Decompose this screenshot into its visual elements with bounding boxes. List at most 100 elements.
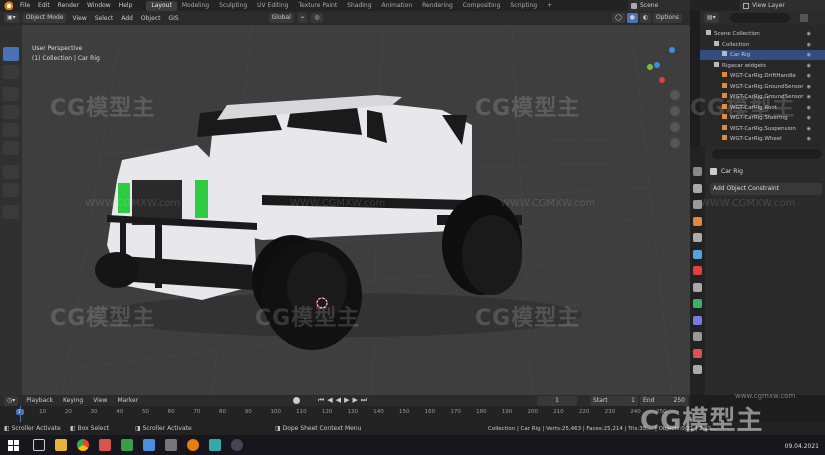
windows-start-icon[interactable] (8, 439, 19, 451)
rotate-tool-icon[interactable] (3, 105, 19, 119)
tab-animation[interactable]: Animation (377, 1, 418, 11)
tab-texture-paint[interactable]: Texture Paint (293, 1, 342, 11)
physics-tab-icon[interactable] (693, 315, 702, 325)
blender-logo-icon[interactable] (3, 1, 13, 10)
add-object-constraint-button[interactable]: Add Object Constraint (710, 183, 822, 195)
pan-hand-icon[interactable] (670, 106, 680, 116)
object-mode-dropdown[interactable]: Object Mode (22, 13, 67, 23)
solid-shading-icon[interactable]: ● (626, 13, 638, 23)
tool-tab-icon[interactable] (693, 167, 702, 176)
data-tab-icon[interactable] (693, 348, 702, 358)
app-icon-teal[interactable] (209, 439, 221, 451)
particles-tab-icon[interactable] (693, 299, 702, 308)
tab-compositing[interactable]: Compositing (458, 1, 506, 11)
add-cube-tool-icon[interactable] (3, 205, 19, 219)
annotate-tool-icon[interactable] (3, 165, 19, 179)
outliner-row[interactable]: WGT-CarRig.DriftHandle ◉ (700, 71, 825, 81)
filter-icon[interactable] (800, 14, 808, 22)
snap-icon[interactable]: ⌁ (297, 13, 308, 23)
tab-rendering[interactable]: Rendering (417, 1, 458, 11)
visibility-eye-icon[interactable]: ◉ (807, 82, 811, 92)
tab-layout[interactable]: Layout (146, 0, 177, 11)
menu-object[interactable]: Object (139, 15, 163, 22)
start-frame-field[interactable]: Start 1 (590, 396, 638, 406)
current-frame-field[interactable]: 1 (537, 396, 577, 406)
menu-view[interactable]: View (70, 15, 88, 22)
material-shading-icon[interactable]: ◐ (639, 13, 652, 23)
modifier-tab-icon[interactable] (693, 282, 702, 292)
playback-controls[interactable]: ⏮◀◀▶▶⏭ (318, 396, 370, 405)
view-layer-selector[interactable]: View Layer (740, 0, 825, 11)
menu-render[interactable]: Render (54, 2, 83, 9)
playhead[interactable] (20, 406, 21, 422)
visibility-eye-icon[interactable]: ◉ (807, 113, 811, 123)
select-box-tool-icon[interactable] (3, 47, 19, 61)
visibility-eye-icon[interactable]: ◉ (807, 124, 811, 134)
outliner-search-input[interactable] (730, 13, 790, 23)
timeline-ruler[interactable]: 1102030405060708090100110120130140150160… (0, 406, 690, 422)
app-icon-red[interactable] (99, 439, 111, 451)
chrome-icon[interactable] (77, 439, 89, 451)
outliner-editor-icon[interactable]: ▤▾ (704, 13, 719, 23)
menu-select[interactable]: Select (93, 15, 116, 22)
cursor-tool-icon[interactable] (3, 65, 19, 79)
proportional-edit-icon[interactable]: ◎ (311, 13, 323, 23)
visibility-eye-icon[interactable]: ◉ (807, 40, 811, 50)
menu-timeline-view[interactable]: View (91, 397, 109, 404)
wireframe-shading-icon[interactable]: ◯ (612, 13, 625, 23)
visibility-eye-icon[interactable]: ◉ (807, 134, 811, 144)
transform-tool-icon[interactable] (3, 141, 19, 155)
render-tab-icon[interactable] (693, 183, 702, 193)
world-tab-icon[interactable] (693, 249, 702, 259)
app-icon-gray[interactable] (165, 439, 177, 451)
visibility-eye-icon[interactable]: ◉ (807, 50, 811, 60)
scale-tool-icon[interactable] (3, 123, 19, 137)
menu-keying[interactable]: Keying (61, 397, 85, 404)
menu-playback[interactable]: Playback (24, 397, 55, 404)
menu-help[interactable]: Help (115, 2, 137, 9)
timeline-editor-icon[interactable]: ◷▾ (4, 395, 19, 406)
object-tab-icon[interactable] (693, 266, 702, 275)
menu-gis[interactable]: GIS (166, 15, 180, 22)
menu-add[interactable]: Add (119, 15, 135, 22)
outliner-row[interactable]: WGT-CarRig.Wheel ◉ (700, 134, 825, 144)
options-dropdown[interactable]: Options (652, 13, 682, 23)
ortho-grid-icon[interactable] (670, 138, 680, 148)
outliner-row[interactable]: Scene Collection ◉ (700, 29, 825, 39)
menu-edit[interactable]: Edit (34, 2, 54, 9)
app-icon-blue[interactable] (143, 439, 155, 451)
transform-orientation-dropdown[interactable]: Global (268, 13, 294, 23)
visibility-eye-icon[interactable]: ◉ (807, 103, 811, 113)
tab-shading[interactable]: Shading (342, 1, 376, 11)
scene-selector[interactable]: Scene (628, 0, 690, 11)
editor-type-button[interactable]: ▣▾ (4, 13, 19, 23)
properties-search-input[interactable] (712, 149, 822, 159)
move-tool-icon[interactable] (3, 87, 19, 101)
steam-icon[interactable] (231, 439, 243, 451)
tab-modeling[interactable]: Modeling (177, 1, 214, 11)
outliner-row[interactable]: Rigacar widgets ◉ (700, 61, 825, 71)
tab-scripting[interactable]: Scripting (505, 1, 542, 11)
outliner-row[interactable]: Collection ◉ (700, 40, 825, 50)
file-explorer-icon[interactable] (55, 439, 67, 451)
tab-uv-editing[interactable]: UV Editing (252, 1, 293, 11)
menu-marker[interactable]: Marker (115, 397, 140, 404)
menu-file[interactable]: File (16, 2, 34, 9)
add-workspace-button[interactable]: + (542, 1, 557, 11)
measure-tool-icon[interactable] (3, 183, 19, 197)
navigation-gizmo[interactable] (647, 47, 675, 83)
constraints-tab-icon[interactable] (693, 332, 702, 341)
visibility-eye-icon[interactable]: ◉ (807, 92, 811, 102)
record-icon[interactable] (293, 397, 300, 404)
tab-sculpting[interactable]: Sculpting (214, 1, 252, 11)
blender-taskbar-icon[interactable] (187, 439, 199, 451)
visibility-eye-icon[interactable]: ◉ (807, 71, 811, 81)
outliner-row[interactable]: Car Rig ◉ (700, 50, 825, 60)
view-layer-tab-icon[interactable] (693, 216, 702, 226)
texture-tab-icon[interactable] (693, 365, 702, 374)
outliner-row[interactable]: WGT-CarRig.Suspension ◉ (700, 124, 825, 134)
camera-view-icon[interactable] (670, 122, 680, 132)
scene-tab-icon[interactable] (693, 233, 702, 242)
3d-viewport[interactable]: User Perspective (1) Collection | Car Ri… (22, 25, 690, 395)
visibility-eye-icon[interactable]: ◉ (807, 29, 811, 39)
